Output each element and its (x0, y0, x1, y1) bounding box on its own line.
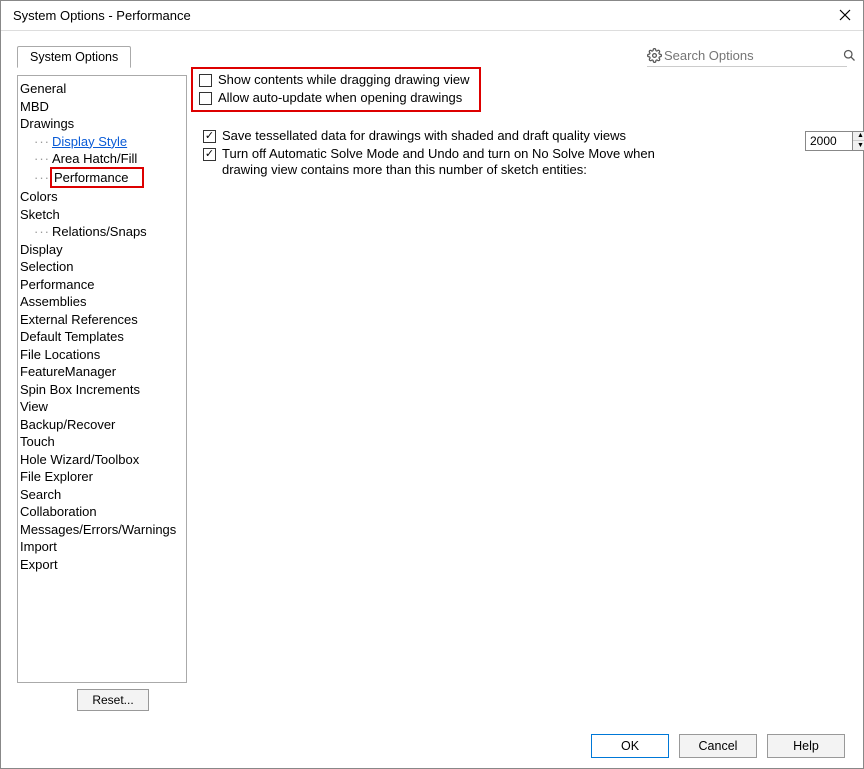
label-show-contents: Show contents while dragging drawing vie… (218, 72, 469, 88)
system-options-dialog: System Options - Performance System Opti… (0, 0, 864, 769)
checkbox-save-tessellated[interactable] (203, 130, 216, 143)
tree-drawings-performance[interactable]: ···Performance (20, 168, 180, 189)
tree-general[interactable]: General (20, 80, 180, 98)
checkbox-auto-update[interactable] (199, 92, 212, 105)
tree-view[interactable]: View (20, 398, 180, 416)
tree-spinbox-increments[interactable]: Spin Box Increments (20, 381, 180, 399)
option-no-solve-move: Turn off Automatic Solve Mode and Undo a… (203, 145, 833, 179)
tab-system-options[interactable]: System Options (17, 46, 131, 68)
tree-export[interactable]: Export (20, 556, 180, 574)
tree-drawings[interactable]: Drawings (20, 115, 180, 133)
option-save-tessellated: Save tessellated data for drawings with … (203, 127, 833, 145)
tree-import[interactable]: Import (20, 538, 180, 556)
options-panel: Show contents while dragging drawing vie… (187, 67, 847, 716)
tree-performance[interactable]: Performance (20, 276, 180, 294)
highlighted-options-group: Show contents while dragging drawing vie… (191, 67, 481, 112)
help-button[interactable]: Help (767, 734, 845, 758)
checkbox-show-contents[interactable] (199, 74, 212, 87)
tree-relations-snaps[interactable]: ···Relations/Snaps (20, 223, 180, 241)
tree-external-references[interactable]: External References (20, 311, 180, 329)
dialog-footer: OK Cancel Help (1, 724, 863, 768)
tree-messages[interactable]: Messages/Errors/Warnings (20, 521, 180, 539)
tree-file-locations[interactable]: File Locations (20, 346, 180, 364)
sketch-entities-spinner: ▲ ▼ (805, 131, 864, 151)
dialog-body: General MBD Drawings ···Display Style ··… (1, 67, 863, 724)
tree-backup-recover[interactable]: Backup/Recover (20, 416, 180, 434)
search-icon[interactable] (842, 46, 857, 64)
tree-sketch[interactable]: Sketch (20, 206, 180, 224)
label-no-solve-move: Turn off Automatic Solve Mode and Undo a… (222, 146, 682, 178)
label-auto-update: Allow auto-update when opening drawings (218, 90, 462, 106)
spinner-input[interactable] (805, 131, 853, 151)
spinner-up-icon[interactable]: ▲ (853, 132, 864, 141)
spinner-down-icon[interactable]: ▼ (853, 141, 864, 150)
tree-area-hatch[interactable]: ···Area Hatch/Fill (20, 150, 180, 168)
window-title: System Options - Performance (9, 8, 191, 23)
tree-mbd[interactable]: MBD (20, 98, 180, 116)
option-show-contents: Show contents while dragging drawing vie… (199, 71, 473, 89)
tree-display-style[interactable]: ···Display Style (20, 133, 180, 151)
label-save-tessellated: Save tessellated data for drawings with … (222, 128, 626, 144)
topbar: System Options (1, 31, 863, 67)
tree-display[interactable]: Display (20, 241, 180, 259)
search-options-wrap (647, 46, 847, 67)
tree-selection[interactable]: Selection (20, 258, 180, 276)
tree-colors[interactable]: Colors (20, 188, 180, 206)
tree-assemblies[interactable]: Assemblies (20, 293, 180, 311)
category-tree: General MBD Drawings ···Display Style ··… (17, 75, 187, 683)
reset-button[interactable]: Reset... (77, 689, 149, 711)
tree-touch[interactable]: Touch (20, 433, 180, 451)
tree-collaboration[interactable]: Collaboration (20, 503, 180, 521)
titlebar: System Options - Performance (1, 1, 863, 31)
tree-featuremanager[interactable]: FeatureManager (20, 363, 180, 381)
option-allow-auto-update: Allow auto-update when opening drawings (199, 89, 473, 107)
tree-search[interactable]: Search (20, 486, 180, 504)
tree-file-explorer[interactable]: File Explorer (20, 468, 180, 486)
cancel-button[interactable]: Cancel (679, 734, 757, 758)
gear-icon[interactable] (647, 46, 662, 64)
search-input[interactable] (662, 47, 842, 64)
tree-hole-wizard[interactable]: Hole Wizard/Toolbox (20, 451, 180, 469)
close-icon[interactable] (835, 8, 855, 24)
tree-default-templates[interactable]: Default Templates (20, 328, 180, 346)
ok-button[interactable]: OK (591, 734, 669, 758)
checkbox-no-solve-move[interactable] (203, 148, 216, 161)
